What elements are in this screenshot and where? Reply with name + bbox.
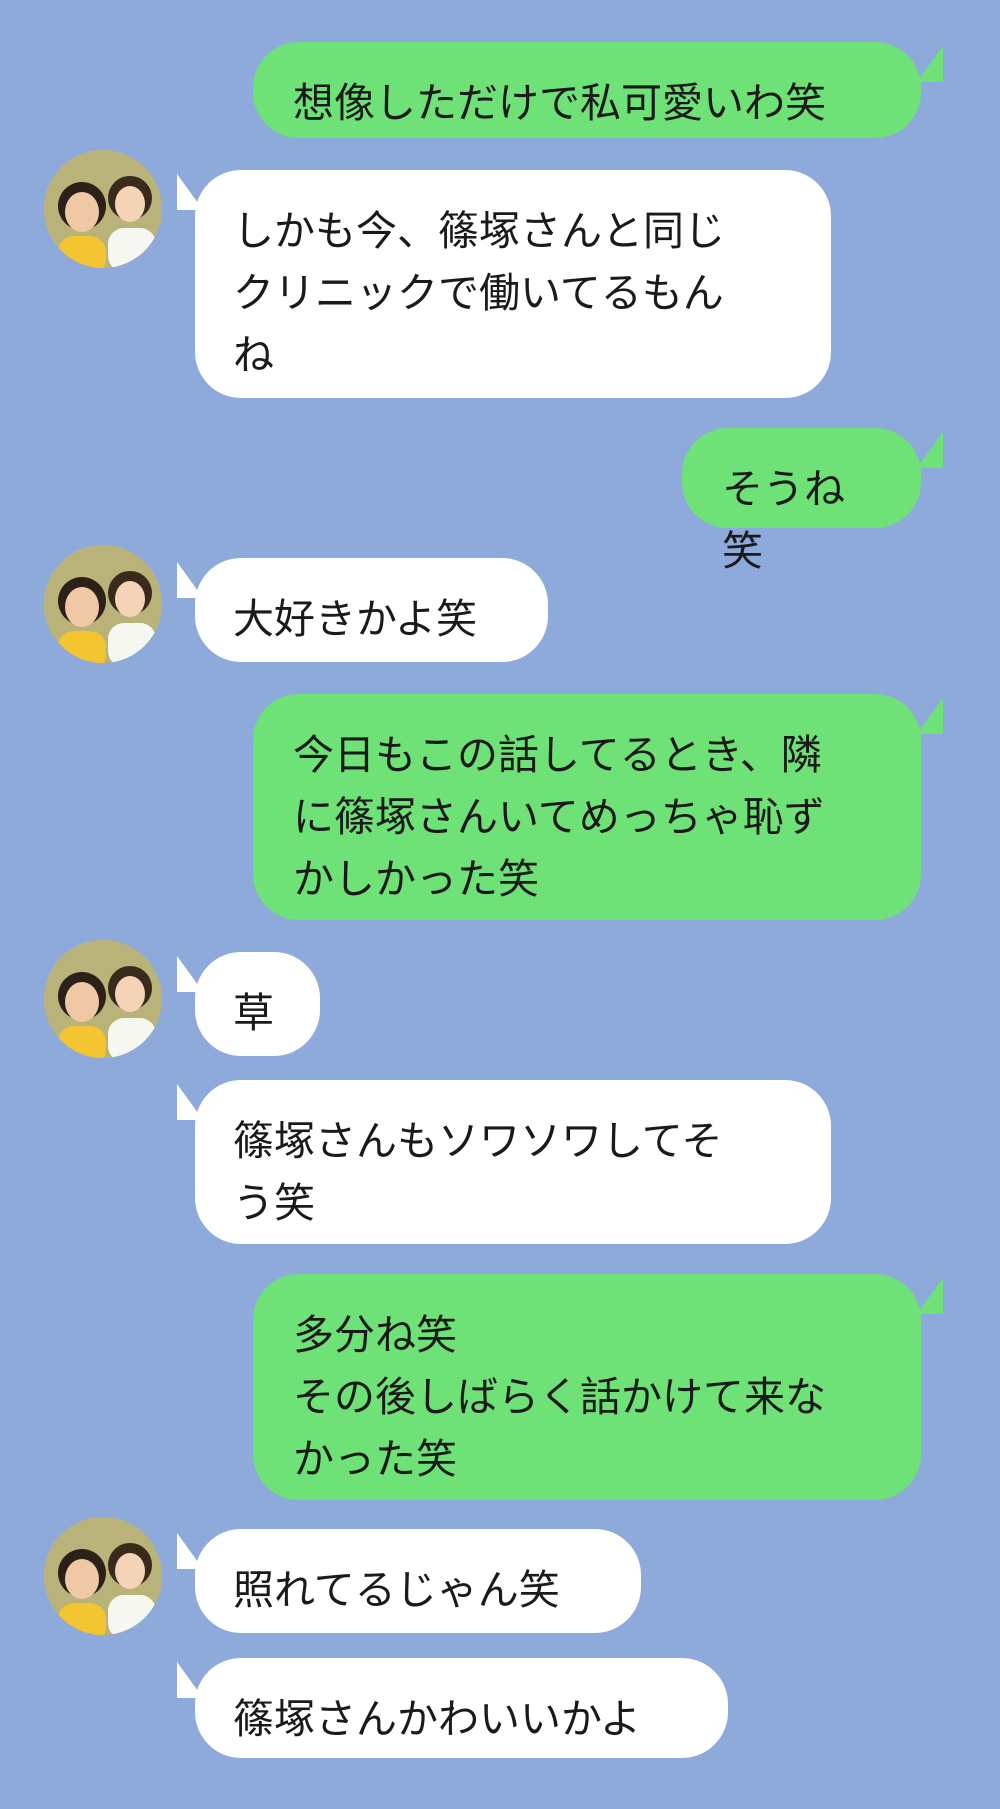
bubble-tail: [917, 698, 943, 734]
avatar-photo-icon: [44, 940, 162, 1058]
bubble-tail: [917, 432, 943, 468]
avatar-photo-icon: [44, 1517, 162, 1635]
avatar-photo-icon: [44, 545, 162, 663]
avatar-photo-icon: [44, 150, 162, 268]
message-bubble[interactable]: 草: [195, 952, 320, 1056]
message-bubble[interactable]: 大好きかよ笑: [195, 558, 548, 662]
message-bubble[interactable]: しかも今、篠塚さんと同じ クリニックで働いてるもん ね: [195, 170, 831, 398]
message-bubble[interactable]: 今日もこの話してるとき、隣 に篠塚さんいてめっちゃ恥ず かしかった笑: [253, 694, 921, 920]
avatar[interactable]: [44, 545, 162, 663]
message-bubble[interactable]: 多分ね笑 その後しばらく話かけて来な かった笑: [253, 1274, 921, 1500]
message-bubble[interactable]: 篠塚さんかわいいかよ: [195, 1658, 728, 1758]
avatar[interactable]: [44, 940, 162, 1058]
avatar[interactable]: [44, 150, 162, 268]
message-bubble[interactable]: 篠塚さんもソワソワしてそ う笑: [195, 1080, 831, 1244]
chat-log: 想像しただけで私可愛いわ笑 しかも今、篠塚さんと同じ クリニックで働いてるもん …: [0, 0, 1000, 1809]
message-bubble[interactable]: そうね笑: [682, 428, 921, 575]
avatar[interactable]: [44, 1517, 162, 1635]
message-bubble[interactable]: 照れてるじゃん笑: [195, 1529, 641, 1633]
message-bubble[interactable]: 想像しただけで私可愛いわ笑: [253, 42, 921, 138]
bubble-tail: [917, 46, 943, 82]
bubble-tail: [917, 1278, 943, 1314]
